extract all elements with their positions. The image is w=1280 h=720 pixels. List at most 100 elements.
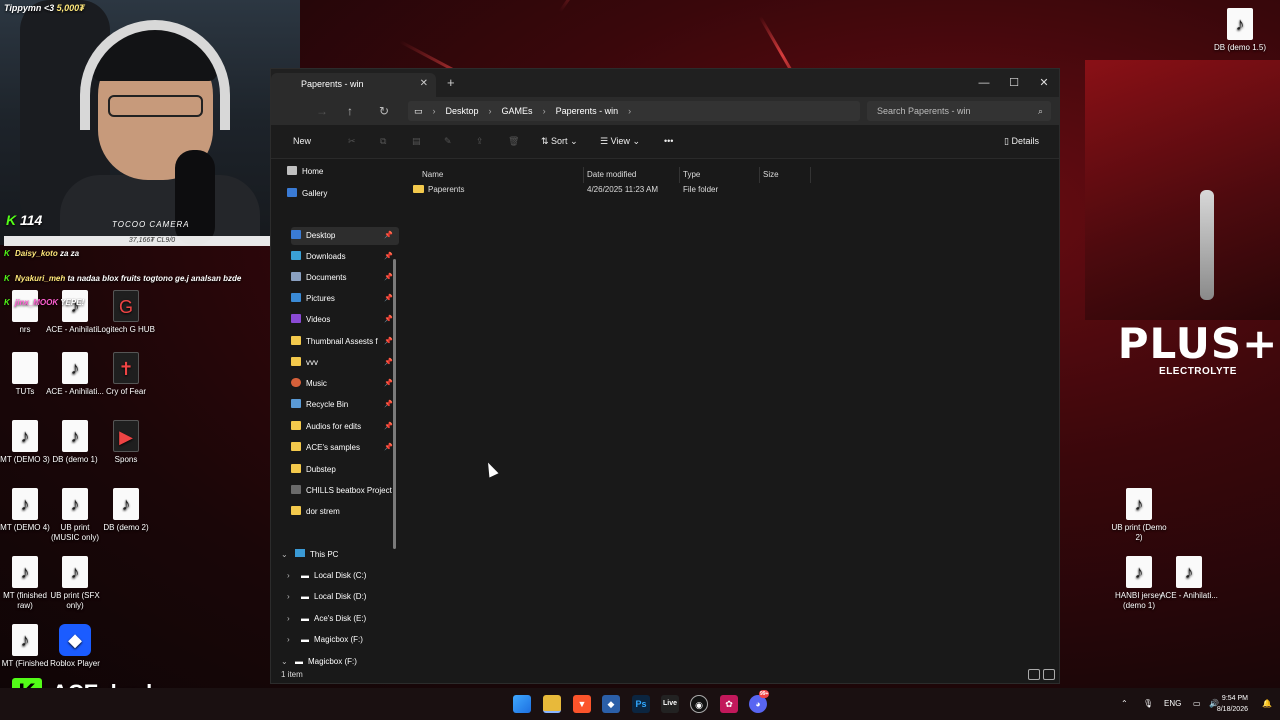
sidebar-item-vvv[interactable]: vvv 📌 xyxy=(291,354,399,372)
sidebar-item-videos[interactable]: Videos 📌 xyxy=(291,311,399,329)
clock[interactable]: 9:54 PM 8/18/2026 xyxy=(1200,693,1248,715)
language-indicator[interactable]: ENG xyxy=(1164,688,1181,720)
sidebar-item-drive-f[interactable]: › ▬ Magicbox (F:) xyxy=(287,631,363,649)
pin-icon[interactable]: 📌 xyxy=(384,375,393,393)
more-options-icon[interactable]: ••• xyxy=(664,136,673,146)
sidebar-item-drive-d[interactable]: › ▬ Local Disk (D:) xyxy=(287,588,366,606)
pin-icon[interactable]: 📌 xyxy=(384,439,393,457)
up-icon[interactable]: ↑ xyxy=(347,104,353,118)
chevron-right-icon[interactable]: › xyxy=(287,567,301,585)
desktop-icon-ub-print-sfx[interactable]: ♪ UB print (SFX only) xyxy=(46,556,104,611)
sidebar-scrollbar[interactable] xyxy=(393,259,396,549)
tray-overflow-icon[interactable]: ⌃ xyxy=(1121,688,1128,720)
pin-icon[interactable]: 📌 xyxy=(384,354,393,372)
tiles-view-icon[interactable] xyxy=(1043,669,1055,680)
desktop-icon-ub-print-music[interactable]: ♪ UB print (MUSIC only) xyxy=(46,488,104,543)
cut-icon[interactable]: ✂ xyxy=(348,136,356,147)
search-input[interactable]: Search Paperents - win ⌕ xyxy=(867,101,1051,121)
maximize-icon[interactable]: ☐ xyxy=(999,69,1029,97)
sidebar-item-drive-c[interactable]: › ▬ Local Disk (C:) xyxy=(287,567,366,585)
file-explorer-window[interactable]: Paperents - win ✕ + — ☐ ✕ → ↑ ↻ ▭ › Desk… xyxy=(270,68,1060,684)
pin-icon[interactable]: 📌 xyxy=(384,290,393,308)
minimize-icon[interactable]: — xyxy=(969,69,999,97)
pin-icon[interactable]: 📌 xyxy=(384,269,393,287)
obs-icon[interactable]: ◉ xyxy=(690,695,708,713)
sidebar-item-music[interactable]: Music 📌 xyxy=(291,375,399,393)
chevron-right-icon[interactable]: › xyxy=(287,610,301,628)
microphone-icon[interactable]: 🎙 xyxy=(1143,688,1153,720)
pin-icon[interactable]: 📌 xyxy=(384,248,393,266)
sidebar-item-chills-beatbox[interactable]: CHILLS beatbox Project xyxy=(291,482,399,500)
sidebar-item-thumbnail-assets[interactable]: Thumbnail Assests f 📌 xyxy=(291,333,399,351)
tab-paperents[interactable]: Paperents - win ✕ xyxy=(271,73,436,97)
kick-icon: K xyxy=(4,298,10,307)
title-bar[interactable]: Paperents - win ✕ + — ☐ ✕ xyxy=(271,69,1059,97)
sidebar-item-desktop[interactable]: Desktop 📌 xyxy=(291,227,399,245)
desktop-icon-spons[interactable]: ▶ Spons xyxy=(97,420,155,465)
notifications-icon[interactable]: 🔔 xyxy=(1262,688,1272,720)
sidebar-item-ace-samples[interactable]: ACE's samples 📌 xyxy=(291,439,399,457)
sidebar-item-dor-strem[interactable]: dor strem xyxy=(291,503,399,521)
paste-icon[interactable]: ▤ xyxy=(412,136,421,147)
sidebar-item-pictures[interactable]: Pictures 📌 xyxy=(291,290,399,308)
sidebar-item-recycle-bin[interactable]: Recycle Bin 📌 xyxy=(291,396,399,414)
pin-icon[interactable]: 📌 xyxy=(384,311,393,329)
chevron-down-icon[interactable]: ⌄ xyxy=(281,546,295,564)
drive-icon: ▬ xyxy=(301,614,309,623)
sidebar-item-this-pc[interactable]: ⌄ This PC xyxy=(281,546,338,564)
breadcrumb[interactable]: ▭ › Desktop › GAMEs › Paperents - win › xyxy=(408,101,860,121)
live-icon[interactable]: Live xyxy=(661,695,679,713)
chevron-right-icon[interactable]: › xyxy=(287,588,301,606)
brave-icon[interactable]: ▼ xyxy=(573,695,591,713)
desktop-icon-roblox-player[interactable]: ◆ Roblox Player xyxy=(46,624,104,669)
sidebar-item-audios-for-edits[interactable]: Audios for edits 📌 xyxy=(291,418,399,436)
sidebar-item-label: Documents xyxy=(306,273,347,282)
view-button[interactable]: ☰ View ⌄ xyxy=(600,136,640,147)
desktop-icon-ace-anihilation[interactable]: ♪ ACE - Anihilati... xyxy=(46,352,104,397)
start-icon[interactable] xyxy=(513,695,531,713)
desktop-icon-ub-print-demo-2[interactable]: ♪ UB print (Demo 2) xyxy=(1110,488,1168,543)
rename-icon[interactable]: ✎ xyxy=(444,136,452,147)
details-view-icon[interactable] xyxy=(1028,669,1040,680)
sidebar-item-documents[interactable]: Documents 📌 xyxy=(291,269,399,287)
refresh-icon[interactable]: ↻ xyxy=(379,104,389,118)
desktop-icon-cry-of-fear[interactable]: ✝ Cry of Fear xyxy=(97,352,155,397)
pin-icon[interactable]: 📌 xyxy=(384,396,393,414)
copy-icon[interactable]: ⧉ xyxy=(380,136,386,147)
breadcrumb-item[interactable]: Desktop xyxy=(446,106,479,116)
sidebar-item-drive-e[interactable]: › ▬ Ace's Disk (E:) xyxy=(287,610,366,628)
sort-button[interactable]: ⇅ Sort ⌄ xyxy=(541,136,578,147)
desktop-icon-db-demo-2[interactable]: ♪ DB (demo 2) xyxy=(97,488,155,533)
app-pink-icon[interactable]: ✿ xyxy=(720,695,738,713)
desktop-icon-db-demo-1[interactable]: ♪ DB (demo 1) xyxy=(46,420,104,465)
desktop-icon-label: UB print (MUSIC only) xyxy=(50,523,99,542)
sidebar-item-dubstep[interactable]: Dubstep xyxy=(291,461,399,479)
desktop-icon-ace-anihilation[interactable]: ♪ ACE - Anihilati... xyxy=(46,290,104,335)
sidebar-item-gallery[interactable]: Gallery xyxy=(287,185,395,203)
desktop-icon-logitech-g-hub[interactable]: G Logitech G HUB xyxy=(97,290,155,335)
table-row[interactable]: Paperents 4/26/2025 11:23 AM File folder xyxy=(411,181,1051,199)
breadcrumb-item[interactable]: GAMEs xyxy=(502,106,533,116)
desktop-icon-ace-anihilation[interactable]: ♪ ACE - Anihilati... xyxy=(1160,556,1218,601)
sidebar-item-downloads[interactable]: Downloads 📌 xyxy=(291,248,399,266)
chevron-right-icon[interactable]: › xyxy=(287,631,301,649)
discord-icon[interactable]: ◕ 99+ xyxy=(749,690,770,713)
pin-icon[interactable]: 📌 xyxy=(384,418,393,436)
music-file-icon: ♪ xyxy=(62,556,88,588)
close-icon[interactable]: ✕ xyxy=(1029,69,1059,97)
desktop-icon-db-demo-1-5[interactable]: ♪ DB (demo 1.5) xyxy=(1211,8,1269,53)
share-icon[interactable]: ⇪ xyxy=(476,136,484,147)
file-explorer-icon[interactable] xyxy=(543,695,561,713)
photoshop-icon[interactable]: Ps xyxy=(632,695,650,713)
forward-icon[interactable]: → xyxy=(316,104,328,118)
close-tab-icon[interactable]: ✕ xyxy=(420,73,428,95)
breadcrumb-item[interactable]: Paperents - win xyxy=(556,106,619,116)
new-tab-icon[interactable]: + xyxy=(447,75,455,90)
new-button[interactable]: New xyxy=(293,136,311,146)
details-button[interactable]: ▯ Details xyxy=(1004,136,1039,147)
sidebar-item-home[interactable]: Home xyxy=(287,163,395,181)
delete-icon[interactable]: 🗑 xyxy=(508,136,519,147)
pin-icon[interactable]: 📌 xyxy=(384,227,393,245)
pin-icon[interactable]: 📌 xyxy=(384,333,393,351)
app-icon[interactable]: ◆ xyxy=(602,695,620,713)
